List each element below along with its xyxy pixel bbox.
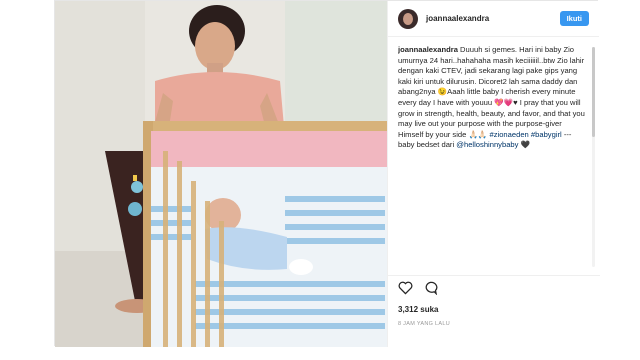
instagram-post: joannaalexandra Ikuti joannaalexandra Du… xyxy=(54,0,600,347)
post-sidebar: joannaalexandra Ikuti joannaalexandra Du… xyxy=(387,1,600,347)
scrollbar-thumb[interactable] xyxy=(592,47,595,137)
hashtag-babygirl[interactable]: #babygirl xyxy=(531,130,562,139)
post-photo xyxy=(55,1,387,347)
mention-link[interactable]: @helloshinnybaby xyxy=(456,140,518,149)
heart-icon[interactable] xyxy=(398,281,413,300)
comment-icon[interactable] xyxy=(423,281,438,300)
caption-end: 🖤 xyxy=(518,140,531,150)
caption: joannaalexandra Duuuh si gemes. Hari ini… xyxy=(398,45,586,267)
follow-button[interactable]: Ikuti xyxy=(559,11,589,26)
caption-scrollbar[interactable] xyxy=(592,47,595,267)
post-timestamp: 8 JAM YANG LALU xyxy=(398,321,450,327)
hashtag-zionaeden[interactable]: #zionaeden xyxy=(490,130,529,139)
caption-text: Duuuh si gemes. Hari ini baby Zio umurny… xyxy=(398,45,585,139)
post-header: joannaalexandra Ikuti xyxy=(388,1,599,37)
caption-author[interactable]: joannaalexandra xyxy=(398,45,458,54)
username-link[interactable]: joannaalexandra xyxy=(426,14,560,23)
likes-count[interactable]: 3,312 suka xyxy=(398,305,590,314)
post-actions: 3,312 suka 8 JAM YANG LALU xyxy=(388,275,600,333)
avatar[interactable] xyxy=(398,8,418,29)
